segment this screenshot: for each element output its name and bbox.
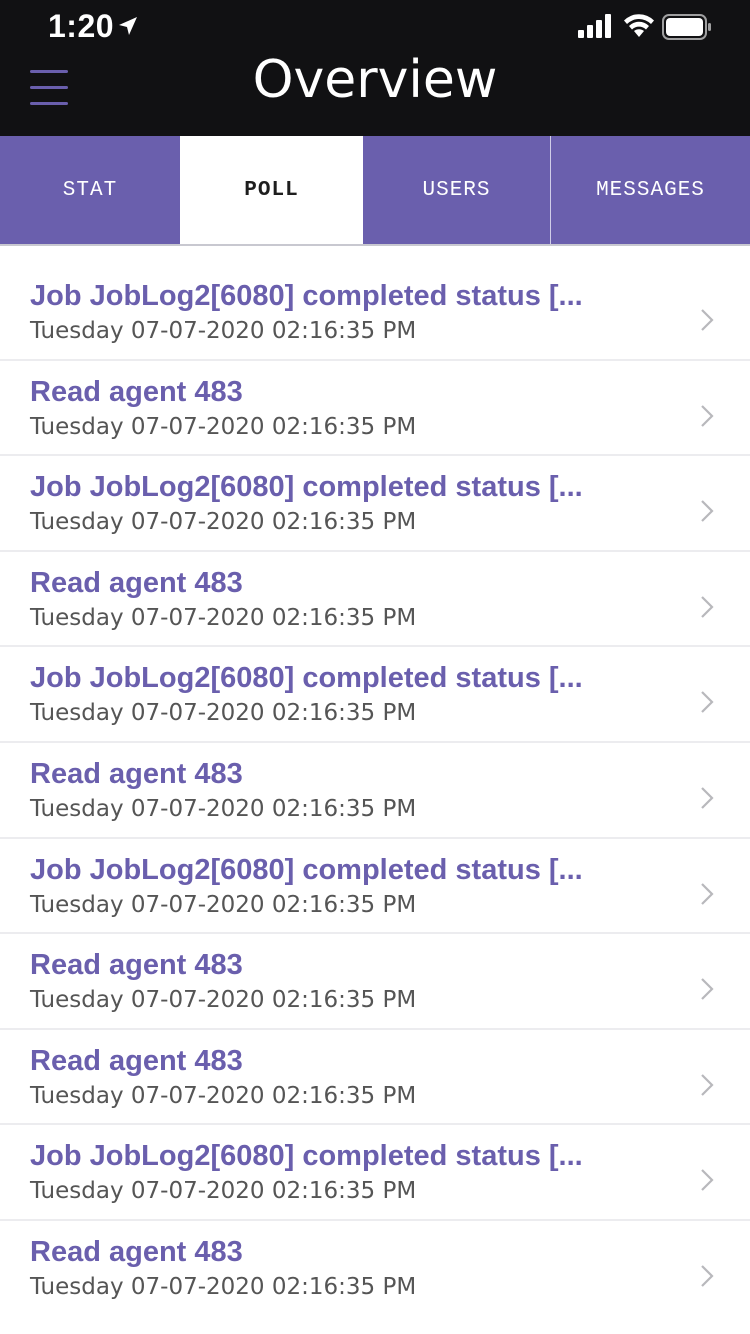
list-item-timestamp: Tuesday 07-07-2020 02:16:35 PM [30,796,417,822]
chevron-right-icon [701,978,714,1000]
list-item-title: Read agent 483 [30,949,243,982]
tab-poll[interactable]: POLL [180,136,363,244]
list-item-timestamp: Tuesday 07-07-2020 02:16:35 PM [30,1274,417,1300]
list-item[interactable]: Job JobLog2[6080] completed status [... T… [0,455,750,552]
chevron-right-icon [701,309,714,331]
list-item-title: Read agent 483 [30,1236,243,1268]
list-item-title: Job JobLog2[6080] completed status [... [30,1140,583,1173]
chevron-right-icon [701,691,714,714]
list-item-timestamp: Tuesday 07-07-2020 02:16:35 PM [30,1178,417,1205]
tab-users[interactable]: USERS [363,136,550,244]
app-header: 1:20 Overview [0,0,750,136]
list-item-timestamp: Tuesday 07-07-2020 02:16:35 PM [30,509,417,536]
tab-messages[interactable]: MESSAGES [551,136,750,244]
chevron-right-icon [701,787,714,809]
list-item-timestamp: Tuesday 07-07-2020 02:16:35 PM [30,413,417,440]
page-title: Overview [252,50,498,110]
list-item-title: Read agent 483 [30,566,243,599]
list-item-timestamp: Tuesday 07-07-2020 02:16:35 PM [30,700,417,727]
location-arrow-icon [119,17,137,35]
list-item-title: Read agent 483 [30,1044,243,1077]
wifi-icon [624,14,654,37]
list-item-title: Job JobLog2[6080] completed status [... [30,853,583,886]
list-item-title: Job JobLog2[6080] completed status [... [30,662,583,695]
tab-bar: STAT POLL USERS MESSAGES [0,136,750,246]
status-bar: 1:20 [0,0,750,54]
status-time: 1:20 [48,8,115,44]
chevron-right-icon [701,1074,714,1096]
list-item[interactable]: Job JobLog2[6080] completed status [... T… [0,1124,750,1221]
chevron-right-icon [701,882,714,905]
chevron-right-icon [701,404,714,427]
battery-icon [662,14,711,40]
list-item[interactable]: Job JobLog2[6080] completed status [... T… [0,264,750,361]
list-item[interactable]: Read agent 483 Tuesday 07-07-2020 02:16:3… [0,551,750,648]
list-item-timestamp: Tuesday 07-07-2020 02:16:35 PM [30,1082,417,1109]
list-item[interactable]: Read agent 483 Tuesday 07-07-2020 02:16:3… [0,933,750,1030]
list-item[interactable]: Read agent 483 Tuesday 07-07-2020 02:16:3… [0,1220,750,1316]
list-item[interactable]: Job JobLog2[6080] completed status [... T… [0,646,750,743]
list-item-title: Read agent 483 [30,375,243,408]
chevron-right-icon [701,1169,714,1192]
list-item-timestamp: Tuesday 07-07-2020 02:16:35 PM [30,604,417,631]
list-item-title: Read agent 483 [30,758,243,790]
list-item-timestamp: Tuesday 07-07-2020 02:16:35 PM [30,891,417,918]
list-item[interactable]: Read agent 483 Tuesday 07-07-2020 02:16:3… [0,1029,750,1126]
list-item[interactable]: Job JobLog2[6080] completed status [... T… [0,838,750,935]
tab-stat[interactable]: STAT [0,136,180,244]
chevron-right-icon [701,1265,714,1287]
chevron-right-icon [701,596,714,618]
list-item-timestamp: Tuesday 07-07-2020 02:16:35 PM [30,318,417,344]
list-item[interactable]: Read agent 483 Tuesday 07-07-2020 02:16:3… [0,742,750,839]
list-item-title: Job JobLog2[6080] completed status [... [30,471,583,504]
list-item-title: Job JobLog2[6080] completed status [... [30,280,583,312]
list-item[interactable]: Read agent 483 Tuesday 07-07-2020 02:16:3… [0,360,750,457]
list-item-timestamp: Tuesday 07-07-2020 02:16:35 PM [30,987,417,1014]
cellular-signal-icon [578,14,611,38]
chevron-right-icon [701,500,714,522]
